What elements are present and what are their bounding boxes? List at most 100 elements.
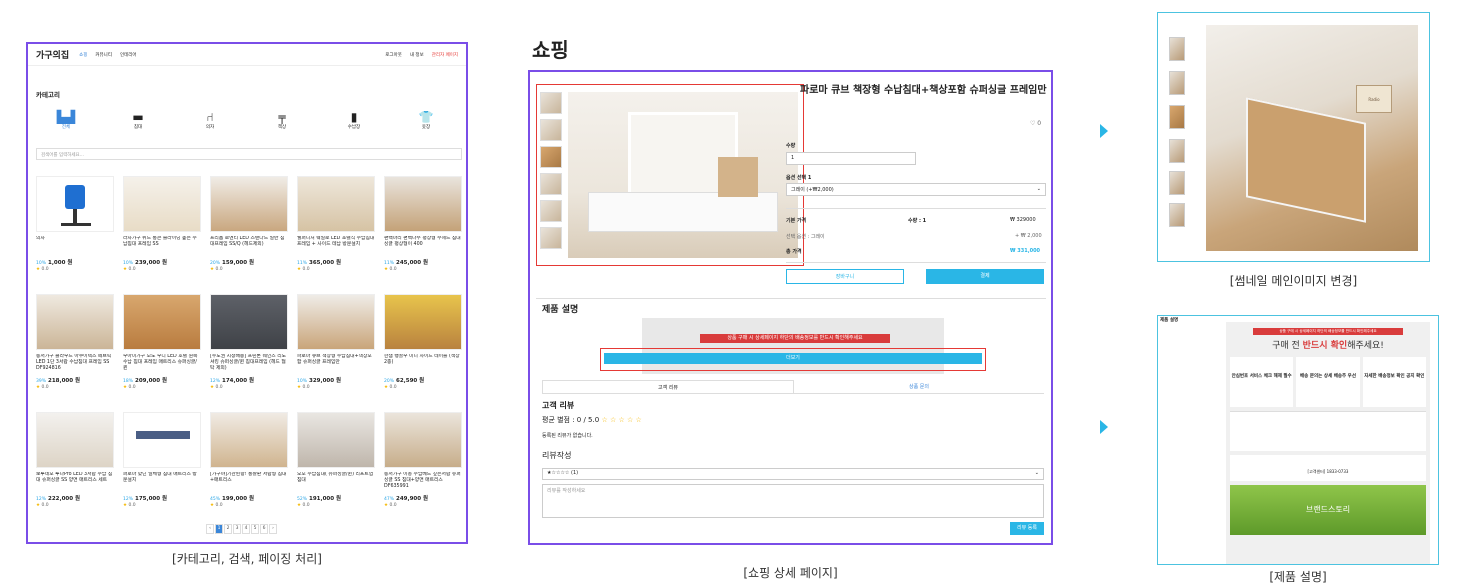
product-price: 245,000 원 — [396, 260, 429, 266]
product-price: 1,000 원 — [48, 260, 73, 266]
like-button[interactable]: ♡ 0 — [1030, 120, 1041, 127]
thumbnail[interactable] — [1169, 203, 1185, 227]
category-all[interactable]: ▙▟ 전체 — [36, 110, 96, 130]
thumbnail-change-panel: Radio — [1157, 12, 1430, 262]
star-icon: ★ — [297, 385, 302, 390]
page-next[interactable]: › — [269, 524, 277, 534]
star-icon: ★ — [384, 503, 389, 508]
product-card[interactable]: 파로마 큐브 책장형 수납침대+책상포함 슈퍼싱글 프레임만 10% 329,000… — [297, 294, 375, 406]
buy-button[interactable]: 결제 — [926, 269, 1044, 284]
main-image-enlarged: Radio — [1206, 25, 1418, 251]
page-1[interactable]: 1 — [215, 524, 223, 534]
pagination: ‹ 1 2 3 4 5 6 › — [206, 524, 277, 534]
rating-value: 0.0 — [389, 267, 397, 272]
product-image — [297, 176, 375, 232]
thumbnail[interactable] — [1169, 105, 1185, 129]
category-cabinet[interactable]: ▮ 수납장 — [324, 110, 384, 130]
rating-value: 0.0 — [302, 385, 310, 390]
rating-value: 0.0 — [41, 267, 49, 272]
product-price: 62,590 원 — [396, 378, 425, 384]
star-rating-icon: ☆ ☆ ☆ ☆ ☆ — [601, 416, 642, 424]
category-wardrobe[interactable]: 👕 옷장 — [396, 110, 456, 130]
highlight-image-area — [536, 84, 804, 266]
product-grid: 의자 10% 1,000 원 ★ 0.0 라자가구 위드 통큰 슬라이딩 높은 수납침… — [36, 176, 462, 524]
site-logo[interactable]: 가구의집 — [36, 48, 69, 61]
panel3-thumb-caption: [썸네일 메인이미지 변경] — [1229, 274, 1358, 288]
discount-rate: 52% — [297, 497, 308, 502]
chevron-down-icon: ⌄ — [1034, 470, 1039, 476]
shopping-heading: 쇼핑 — [532, 38, 569, 62]
rating-value: 0.0 — [215, 267, 223, 272]
rating-select[interactable]: ★☆☆☆☆ (1) ⌄ — [542, 468, 1044, 480]
product-card[interactable]: [가구야]기관된항! 통잘판 서랍형 침대+매트리스 45% 199,000 원 ★ … — [210, 412, 288, 524]
product-image — [210, 412, 288, 468]
page-2[interactable]: 2 — [224, 524, 232, 534]
nav-link-community[interactable]: 커뮤니티 — [95, 52, 112, 58]
product-card[interactable]: 보루네오 루나Pro LED 3서랍 수납 침대 슈퍼싱글 SS 양면 매트리스… — [36, 412, 114, 524]
product-name: [가구야]기관된항! 통잘판 서랍형 침대+매트리스 — [210, 472, 287, 483]
selected-option-price: + ₩ 2,000 — [1015, 233, 1042, 239]
product-card[interactable]: 프리폼 로엔티 LED 스탠다드 일반 침대프레임 SS/Q (헤드제외) 20%… — [210, 176, 288, 288]
discount-rate: 39% — [36, 379, 47, 384]
tab-review[interactable]: 고객 리뷰 — [542, 380, 794, 393]
product-card[interactable]: 퍼로마 맞닌 일체형 침대 매트리스 방문설치 12% 175,000 원 ★ 0.0 — [123, 412, 201, 524]
product-image — [210, 176, 288, 232]
radio-object: Radio — [1356, 85, 1392, 113]
page-6[interactable]: 6 — [260, 524, 268, 534]
option-select[interactable]: 그레이 (+₩2,000) ⌄ — [786, 183, 1046, 196]
star-icon: ★ — [210, 503, 215, 508]
product-name: 웰퍼니처 웨일로 LED 호텔식 수납침대 프레임 + 사이드 테납 방문설치 — [297, 236, 375, 247]
product-card[interactable]: [수도권 지정배송] 프린톤 웨인스 리노셔킹 슈퍼싱글/퀸 침대프레임 (헤드… — [210, 294, 288, 406]
rating-value: 0.0 — [215, 503, 223, 508]
category-desk[interactable]: ╤ 책상 — [252, 110, 312, 130]
product-card[interactable]: 한샘 뱅골우 미니 사이드 테이블 (색상 2종) 20% 62,590 원 ★ 0.… — [384, 294, 462, 406]
submit-review-button[interactable]: 리뷰 등록 — [1010, 522, 1044, 535]
product-card[interactable]: 라자가구 위드 통큰 슬라이딩 높은 수납침대 프레임 SS 10% 239,000… — [123, 176, 201, 288]
product-name: 파로마 큐브 책장형 수납침대+책상포함 슈퍼싱글 프레임만 — [297, 354, 372, 365]
product-price: 159,000 원 — [222, 260, 255, 266]
thumbnail[interactable] — [1169, 139, 1185, 163]
page-4[interactable]: 4 — [242, 524, 250, 534]
search-input[interactable]: 검색어를 입력하세요... — [36, 148, 462, 160]
product-card[interactable]: 오모 수납침대( 슈퍼싱글/퀸) 리프트업 침대 52% 191,000 원 ★ 0.… — [297, 412, 375, 524]
shipping-warning: 상품 구매 시 상세페이지 하단의 배송정보를 반드시 확인해주세요 — [700, 334, 890, 343]
rating: ★ 0.0 — [36, 267, 114, 273]
nav-link-interior[interactable]: 인테리어 — [120, 52, 137, 58]
thumbnail[interactable] — [1169, 171, 1185, 195]
product-card[interactable]: 동서가구 클라우드 아쿠이텍스 페브릭 LED 1단 3서랍 수납침대 프레임 … — [36, 294, 114, 406]
admin-page-link[interactable]: 관리자 페이지 — [432, 52, 458, 58]
panel1-caption: [카테고리, 검색, 페이징 처리] — [172, 552, 322, 566]
nav-link-shopping[interactable]: 쇼핑 — [79, 52, 87, 58]
product-image — [297, 412, 375, 468]
product-price: 239,000 원 — [135, 260, 168, 266]
page-5[interactable]: 5 — [251, 524, 259, 534]
category-bed[interactable]: ▬ 침대 — [108, 110, 168, 130]
review-textarea[interactable]: 리뷰를 작성하세요 — [542, 484, 1044, 518]
discount-rate: 47% — [384, 497, 395, 502]
tab-qna[interactable]: 상품 문의 — [794, 380, 1044, 393]
logout-link[interactable]: 로그아웃 — [385, 52, 402, 58]
desk-icon: ╤ — [278, 110, 286, 124]
product-card[interactable]: 우아미가구 모노 우디 LED 호텔 원목 수납 침대 프레임 매트리스 슈퍼싱… — [123, 294, 201, 406]
product-card[interactable]: 의자 10% 1,000 원 ★ 0.0 — [36, 176, 114, 288]
my-info-link[interactable]: 내 정보 — [410, 52, 424, 58]
star-icon: ★ — [36, 267, 41, 272]
discount-rate: 18% — [123, 379, 134, 384]
rating: ★ 0.0 — [36, 503, 114, 509]
discount-rate: 45% — [210, 497, 221, 502]
category-chair[interactable]: ⑁ 의자 — [180, 110, 240, 130]
rating-value: 0.0 — [41, 385, 49, 390]
product-card[interactable]: 웰퍼니처 웨일로 LED 호텔식 수납침대 프레임 + 사이드 테납 방문설치 1… — [297, 176, 375, 288]
thumbnail[interactable] — [1169, 71, 1185, 95]
quantity-input[interactable]: 1 — [786, 152, 916, 165]
avg-rating: 평균 별점 : 0 / 5.0 ☆ ☆ ☆ ☆ ☆ — [542, 415, 642, 425]
page-prev[interactable]: ‹ — [206, 524, 214, 534]
cart-button[interactable]: 장바구니 — [786, 269, 904, 284]
thumbnail[interactable] — [1169, 37, 1185, 61]
product-card[interactable]: 편백마리 편백나무 평상형 무헤드 침대 싱글 평상형이 400 11% 245,0… — [384, 176, 462, 288]
base-price-label: 기본 가격 — [786, 218, 807, 224]
page-3[interactable]: 3 — [233, 524, 241, 534]
product-card[interactable]: 동서가구 이총 수납베드 깊은서랍 슈퍼싱글 SS 침대+양면 매트리스 DF6… — [384, 412, 462, 524]
drawer-image — [1246, 97, 1366, 223]
option-label: 옵션 선택 1 — [786, 175, 812, 181]
